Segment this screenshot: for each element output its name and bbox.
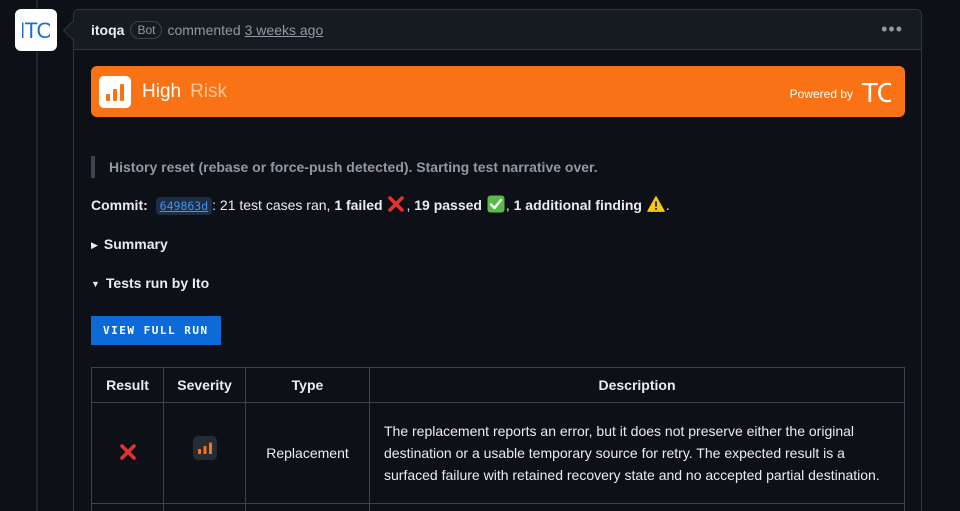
summary-label: Summary — [103, 236, 168, 252]
tests-run-toggle[interactable]: ▼ Tests run by Ito — [91, 272, 905, 295]
summary-toggle[interactable]: ▶ Summary — [91, 233, 905, 256]
svg-text:ITO: ITO — [861, 77, 891, 104]
tests-table: Result Severity Type Description Replace… — [91, 367, 905, 511]
commit-failed-text: 1 failed — [334, 197, 383, 213]
view-full-run-button[interactable]: VIEW FULL RUN — [91, 316, 221, 345]
result-cell — [91, 402, 164, 504]
comment-timestamp[interactable]: 3 weeks ago — [245, 22, 324, 38]
ito-logo-icon: ITO — [22, 19, 50, 41]
warning-icon — [647, 196, 665, 212]
comment-author[interactable]: itoqa — [91, 22, 124, 38]
cross-mark-icon — [119, 443, 136, 460]
svg-text:ITO: ITO — [22, 19, 50, 41]
risk-level: High — [142, 80, 182, 102]
cross-mark-icon — [388, 196, 405, 212]
risk-word: Risk — [190, 80, 228, 102]
comment-action: commented — [167, 21, 241, 38]
header-type: Type — [245, 367, 370, 403]
commit-end: . — [665, 197, 670, 213]
powered-by-text: Powered by — [789, 87, 853, 101]
triangle-down-icon: ▼ — [91, 279, 100, 289]
kebab-horizontal-icon[interactable]: ••• — [881, 20, 903, 38]
table-header-row: Result Severity Type Description — [91, 367, 905, 403]
commit-label: Commit: — [91, 197, 148, 213]
commit-summary-line: Commit: 649863d: 21 test cases ran, 1 fa… — [91, 195, 670, 215]
triangle-right-icon: ▶ — [91, 240, 98, 250]
tests-run-label: Tests run by Ito — [105, 275, 210, 291]
table-row: Replacement The replacement reports an e… — [91, 402, 905, 504]
avatar[interactable]: ITO — [15, 9, 57, 51]
commit-ran-text: : 21 test cases ran, — [212, 197, 335, 213]
commit-sha-link[interactable]: 649863d — [155, 197, 213, 215]
severity-high-icon — [192, 436, 217, 460]
bot-badge: Bot — [130, 20, 163, 39]
history-reset-quote: History reset (rebase or force-push dete… — [91, 156, 905, 178]
header-description: Description — [369, 367, 905, 403]
header-severity: Severity — [163, 367, 246, 403]
comment-body: High Risk Powered by ITO History reset (… — [74, 50, 921, 511]
powered-by: Powered by ITO — [790, 76, 891, 104]
risk-banner: High Risk Powered by ITO — [91, 66, 905, 117]
comment-header: itoqa Bot commented 3 weeks ago ••• — [74, 10, 921, 50]
commit-finding-text: 1 additional finding — [513, 197, 642, 213]
commit-passed-text: 19 passed — [414, 197, 482, 213]
type-cell: Replacement — [245, 402, 370, 504]
timeline-line — [36, 0, 38, 511]
description-cell: The replacement reports an error, but it… — [369, 402, 905, 504]
risk-bars-icon — [99, 75, 131, 108]
ito-logo-icon: ITO — [861, 77, 891, 104]
check-mark-button-icon — [487, 195, 505, 213]
table-row — [91, 503, 905, 511]
severity-cell — [163, 402, 246, 504]
header-result: Result — [91, 367, 164, 403]
comment-box: itoqa Bot commented 3 weeks ago ••• High… — [73, 9, 922, 511]
